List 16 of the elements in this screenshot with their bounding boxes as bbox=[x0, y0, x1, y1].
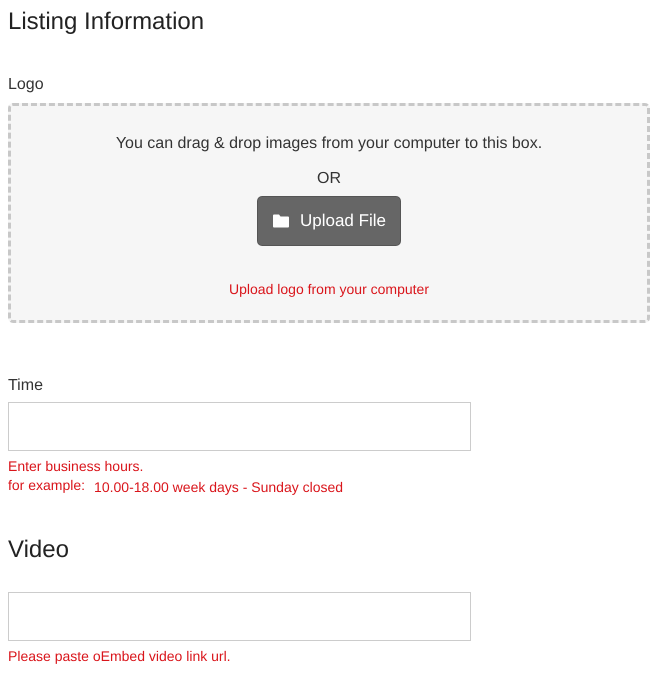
section-title: Listing Information bbox=[8, 7, 206, 36]
upload-hint: Upload logo from your computer bbox=[229, 280, 429, 298]
time-input-field[interactable] bbox=[8, 402, 471, 451]
section-title: Video bbox=[8, 536, 70, 564]
folder-icon bbox=[272, 214, 290, 228]
upload-button[interactable]: Upload File bbox=[257, 196, 401, 246]
or-separator: OR bbox=[317, 169, 341, 189]
example-text: 10.00-18.00 week days - Sunday closed bbox=[94, 478, 344, 496]
example-label: for example: bbox=[8, 476, 86, 495]
drop-instructions: You can drag & drop images from your computer to this box. bbox=[116, 134, 542, 154]
time-hint: Enter business hours. bbox=[8, 457, 144, 475]
video-hint: Please paste oEmbed video link url. bbox=[8, 647, 232, 665]
field-label: Logo bbox=[8, 75, 45, 95]
video-input-field[interactable] bbox=[8, 592, 471, 641]
drop-zone[interactable]: You can drag & drop images from your computer to this box. OR Upload File Upload logo from your computer bbox=[8, 103, 650, 323]
field-label: Time bbox=[8, 376, 44, 396]
